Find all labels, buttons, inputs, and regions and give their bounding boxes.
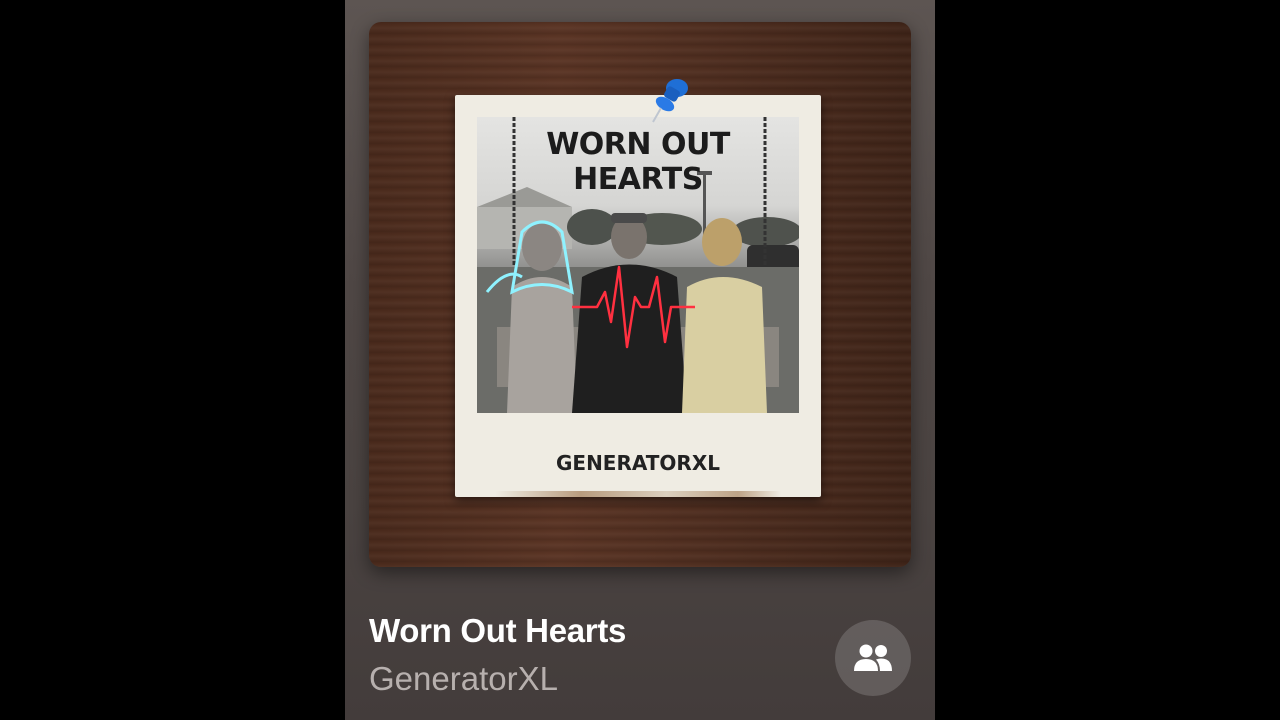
polaroid-photo: WORN OUT HEARTS GENERATORXL: [455, 95, 821, 497]
polaroid-caption: GENERATORXL: [555, 451, 720, 475]
shareplay-button[interactable]: [835, 620, 911, 696]
photo-title: WORN OUT HEARTS: [546, 127, 730, 197]
track-artist[interactable]: GeneratorXL: [369, 660, 558, 698]
track-title: Worn Out Hearts: [369, 612, 627, 649]
photo-image: WORN OUT HEARTS: [477, 117, 799, 413]
album-artwork[interactable]: WORN OUT HEARTS GENERATORXL: [369, 22, 911, 567]
now-playing-screen: WORN OUT HEARTS GENERATORXL Worn Out Hea…: [345, 0, 935, 720]
people-icon: [854, 644, 892, 671]
pushpin-icon: [652, 79, 688, 123]
